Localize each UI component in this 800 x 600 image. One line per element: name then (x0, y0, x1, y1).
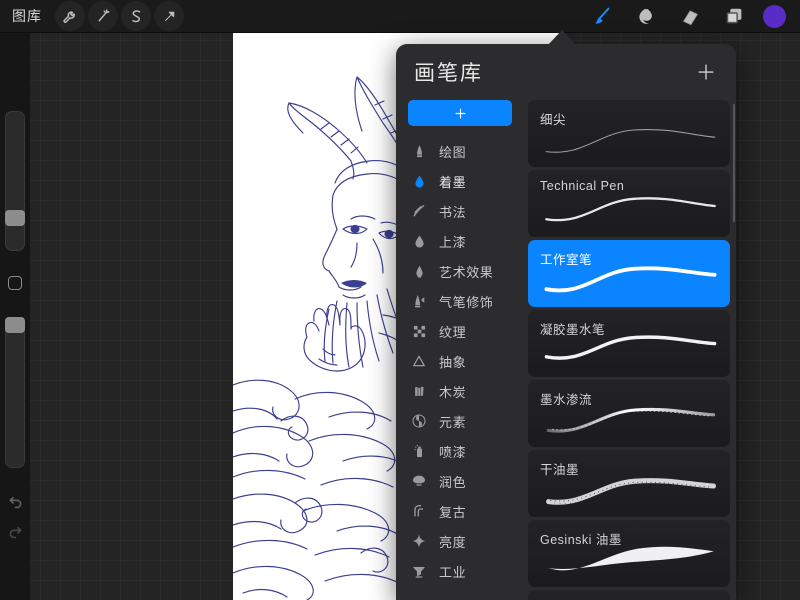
brush-list-scrollbar[interactable] (733, 104, 735, 222)
category-item-drawing[interactable]: 绘图 (396, 136, 524, 166)
panel-title: 画笔库 (414, 62, 483, 85)
artistic-icon (408, 264, 430, 279)
category-label: 复古 (439, 504, 467, 520)
brush-size-thumb[interactable] (5, 210, 25, 226)
toolbar-right-group (583, 1, 800, 31)
magic-wand-icon[interactable] (88, 1, 118, 31)
category-label: 艺术效果 (439, 264, 494, 280)
opacity-thumb[interactable] (5, 317, 25, 333)
industrial-icon (408, 563, 430, 579)
category-label: 亮度 (439, 534, 467, 550)
brush-item-gel-pen[interactable]: 凝胶墨水笔 (528, 310, 730, 377)
paint-drop-icon (408, 234, 430, 249)
category-item-textures[interactable]: 纹理 (396, 316, 524, 346)
charcoal-icon (408, 384, 430, 399)
pencil-tip-icon (408, 144, 430, 159)
procreate-app-window: 图库 画笔库 绘图 着墨 书法 上漆 艺术效果 气笔修饰 纹理 抽象 木炭 元素… (0, 0, 800, 600)
retouch-icon (408, 473, 430, 489)
category-label: 木炭 (439, 384, 467, 400)
category-label: 抽象 (439, 354, 467, 370)
brush-item-thin-nib[interactable]: 细尖 (528, 100, 730, 167)
brush-item-dry-ink[interactable]: 干油墨 (528, 450, 730, 517)
texture-icon (408, 324, 430, 339)
gallery-button[interactable]: 图库 (10, 6, 52, 26)
category-item-calligraphy[interactable]: 书法 (396, 196, 524, 226)
category-label: 气笔修饰 (439, 294, 494, 310)
elements-icon (408, 413, 430, 429)
smudge-icon[interactable] (627, 1, 665, 31)
add-brush-button[interactable] (692, 58, 720, 86)
modify-square-button[interactable] (8, 276, 22, 290)
color-swatch[interactable] (763, 4, 786, 28)
category-label: 纹理 (439, 324, 467, 340)
category-item-charcoals[interactable]: 木炭 (396, 376, 524, 406)
left-sidebar (0, 33, 30, 600)
category-label: 喷漆 (439, 444, 467, 460)
category-label: 绘图 (439, 144, 467, 160)
brush-preview-stroke (528, 538, 730, 586)
brush-preview-stroke (528, 398, 730, 446)
brush-size-slider[interactable] (5, 111, 25, 251)
brush-icon[interactable] (583, 1, 621, 31)
brush-library-panel: 画笔库 绘图 着墨 书法 上漆 艺术效果 气笔修饰 纹理 抽象 木炭 元素 喷漆… (396, 44, 736, 600)
redo-button[interactable] (6, 522, 25, 541)
ink-drop-icon (408, 174, 430, 189)
calligraphy-icon (408, 203, 430, 219)
panel-pointer-arrow (548, 30, 576, 45)
brush-preview-stroke (528, 118, 730, 166)
transform-arrow-icon[interactable] (154, 1, 184, 31)
brush-preview-stroke (528, 258, 730, 306)
category-item-retouching[interactable]: 润色 (396, 466, 524, 496)
brush-item-marker[interactable]: 标记 (528, 590, 730, 600)
airbrush-icon (408, 293, 430, 309)
brush-preview-stroke (528, 328, 730, 376)
luminance-icon (408, 533, 430, 549)
brush-library-body: 绘图 着墨 书法 上漆 艺术效果 气笔修饰 纹理 抽象 木炭 元素 喷漆 润色 … (396, 100, 736, 600)
category-label: 书法 (439, 204, 467, 220)
undo-button[interactable] (6, 492, 25, 511)
category-label: 工业 (439, 564, 467, 580)
category-item-painting[interactable]: 上漆 (396, 226, 524, 256)
category-item-elements[interactable]: 元素 (396, 406, 524, 436)
brush-item-technical-pen[interactable]: Technical Pen (528, 170, 730, 237)
category-label: 着墨 (439, 174, 467, 190)
selection-s-icon[interactable] (121, 1, 151, 31)
category-item-industrial[interactable]: 工业 (396, 556, 524, 586)
brush-item-ink-bleed[interactable]: 墨水渗流 (528, 380, 730, 447)
brush-list[interactable]: 细尖 Technical Pen 工作室笔 凝胶墨水笔 墨水渗流 干油墨 Ges… (524, 100, 736, 600)
brush-item-gesinski-ink[interactable]: Gesinski 油墨 (528, 520, 730, 587)
brush-preview-stroke (528, 468, 730, 516)
category-item-vintage[interactable]: 复古 (396, 496, 524, 526)
spraypaint-icon (408, 444, 430, 459)
new-brush-set-button[interactable] (408, 100, 512, 126)
layers-icon[interactable] (715, 1, 753, 31)
brush-category-list[interactable]: 绘图 着墨 书法 上漆 艺术效果 气笔修饰 纹理 抽象 木炭 元素 喷漆 润色 … (396, 100, 524, 600)
category-item-abstract[interactable]: 抽象 (396, 346, 524, 376)
category-item-airbrushing[interactable]: 气笔修饰 (396, 286, 524, 316)
top-toolbar: 图库 (0, 0, 800, 33)
vintage-icon (408, 503, 430, 519)
category-item-inking[interactable]: 着墨 (396, 166, 524, 196)
category-label: 润色 (439, 474, 467, 490)
category-item-artistic[interactable]: 艺术效果 (396, 256, 524, 286)
wrench-icon[interactable] (55, 1, 85, 31)
brush-preview-stroke (528, 188, 730, 236)
eraser-icon[interactable] (671, 1, 709, 31)
category-label: 元素 (439, 414, 467, 430)
abstract-icon (408, 353, 430, 369)
toolbar-left-group: 图库 (0, 1, 184, 31)
category-item-spraypaints[interactable]: 喷漆 (396, 436, 524, 466)
brush-library-header: 画笔库 (396, 44, 736, 100)
opacity-slider[interactable] (5, 317, 25, 468)
category-label: 上漆 (439, 234, 467, 250)
category-item-luminance[interactable]: 亮度 (396, 526, 524, 556)
brush-item-studio-pen[interactable]: 工作室笔 (528, 240, 730, 307)
